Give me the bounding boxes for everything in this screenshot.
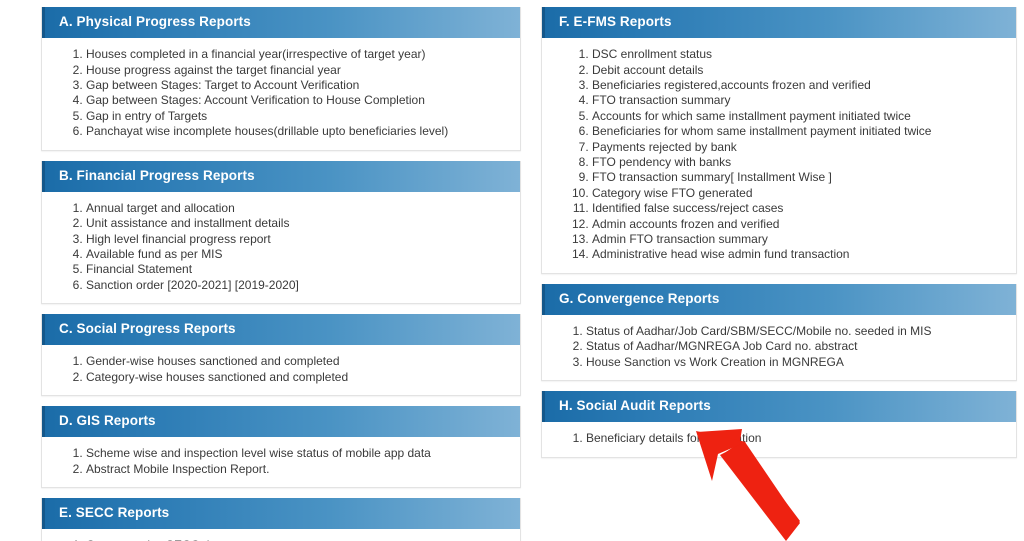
section-title: F. E-FMS Reports — [559, 14, 672, 29]
report-link-item[interactable]: Annual target and allocation — [86, 201, 510, 216]
report-link-item[interactable]: Accounts for which same installment paym… — [592, 109, 1006, 124]
report-link-item[interactable]: Financial Statement — [86, 262, 510, 277]
report-link-item[interactable]: House progress against the target financ… — [86, 63, 510, 78]
report-section-panel: C. Social Progress Reports Gender-wise ho… — [41, 314, 521, 397]
section-body: Gender-wise houses sanctioned and comple… — [42, 345, 520, 396]
section-body: Category-wise SECC data summaryStatus of… — [42, 529, 520, 541]
report-link-item[interactable]: Gender-wise houses sanctioned and comple… — [86, 354, 510, 369]
section-title: D. GIS Reports — [59, 413, 156, 429]
section-header: D. GIS Reports — [42, 406, 520, 438]
report-link-item[interactable]: Houses completed in a financial year(irr… — [86, 47, 510, 62]
report-link-item[interactable]: Sanction order [2020-2021] [2019-2020] — [86, 278, 510, 293]
report-link-list: Gender-wise houses sanctioned and comple… — [52, 354, 510, 385]
report-link-item[interactable]: Administrative head wise admin fund tran… — [592, 247, 1006, 262]
report-link-list: Beneficiary details for verification — [552, 431, 1006, 446]
report-section-panel: B. Financial Progress Reports Annual targ… — [41, 160, 521, 305]
report-link-item[interactable]: High level financial progress report — [86, 232, 510, 247]
report-link-item[interactable]: FTO transaction summary[ Installment Wis… — [592, 170, 1006, 185]
section-header: F. E-FMS Reports — [542, 7, 1016, 39]
section-body: Status of Aadhar/Job Card/SBM/SECC/Mobil… — [542, 315, 1016, 381]
section-header: A. Physical Progress Reports — [42, 7, 520, 39]
section-title: A. Physical Progress Reports — [59, 14, 251, 29]
right-column: F. E-FMS Reports DSC enrollment statusDeb… — [541, 7, 1017, 468]
report-link-item[interactable]: Abstract Mobile Inspection Report. — [86, 462, 510, 477]
report-link-item[interactable]: Payments rejected by bank — [592, 140, 1006, 155]
report-link-item[interactable]: Debit account details — [592, 63, 1006, 78]
reports-page: A. Physical Progress Reports Houses compl… — [0, 0, 1024, 541]
report-link-list: Houses completed in a financial year(irr… — [52, 47, 510, 139]
report-section-panel: A. Physical Progress Reports Houses compl… — [41, 7, 521, 151]
report-link-item[interactable]: Available fund as per MIS — [86, 247, 510, 262]
report-link-item[interactable]: Identified false success/reject cases — [592, 201, 1006, 216]
report-section-panel: D. GIS Reports Scheme wise and inspection… — [41, 406, 521, 489]
section-header: E. SECC Reports — [42, 498, 520, 530]
section-header: C. Social Progress Reports — [42, 314, 520, 346]
section-body: DSC enrollment statusDebit account detai… — [542, 38, 1016, 273]
report-section-panel: F. E-FMS Reports DSC enrollment statusDeb… — [541, 7, 1017, 274]
section-title: E. SECC Reports — [59, 505, 170, 521]
left-column: A. Physical Progress Reports Houses compl… — [41, 7, 521, 541]
report-link-item[interactable]: Beneficiaries registered,accounts frozen… — [592, 78, 1006, 93]
section-body: Scheme wise and inspection level wise st… — [42, 437, 520, 488]
report-link-item[interactable]: Panchayat wise incomplete houses(drillab… — [86, 124, 510, 139]
section-body: Houses completed in a financial year(irr… — [42, 38, 520, 150]
section-header: G. Convergence Reports — [542, 283, 1016, 316]
report-link-list: DSC enrollment statusDebit account detai… — [552, 47, 1006, 263]
report-link-item[interactable]: Scheme wise and inspection level wise st… — [86, 446, 510, 461]
section-title: B. Financial Progress Reports — [59, 167, 255, 183]
report-section-panel: G. Convergence Reports Status of Aadhar/J… — [541, 283, 1017, 382]
report-link-item[interactable]: Unit assistance and installment details — [86, 216, 510, 231]
report-link-list: Scheme wise and inspection level wise st… — [52, 446, 510, 477]
report-link-item[interactable]: Beneficiary details for verification — [586, 431, 1006, 446]
section-title: C. Social Progress Reports — [59, 321, 236, 337]
report-link-item[interactable]: Gap between Stages: Account Verification… — [86, 93, 510, 108]
report-link-item[interactable]: Gap between Stages: Target to Account Ve… — [86, 78, 510, 93]
section-title: H. Social Audit Reports — [559, 398, 711, 414]
report-link-item[interactable]: Status of Aadhar/MGNREGA Job Card no. ab… — [586, 339, 1006, 354]
report-link-list: Status of Aadhar/Job Card/SBM/SECC/Mobil… — [552, 324, 1006, 370]
report-link-item[interactable]: FTO transaction summary — [592, 93, 1006, 108]
report-link-item[interactable]: Admin accounts frozen and verified — [592, 217, 1006, 232]
reports-columns: A. Physical Progress Reports Houses compl… — [0, 0, 1024, 541]
section-body: Annual target and allocationUnit assista… — [42, 191, 520, 304]
report-link-item[interactable]: Beneficiaries for whom same installment … — [592, 124, 1006, 139]
section-header: B. Financial Progress Reports — [42, 160, 520, 192]
report-link-item[interactable]: Category wise FTO generated — [592, 186, 1006, 201]
report-link-item[interactable]: Admin FTO transaction summary — [592, 232, 1006, 247]
section-body: Beneficiary details for verification — [542, 422, 1016, 457]
report-link-item[interactable]: Category-wise houses sanctioned and comp… — [86, 370, 510, 385]
report-link-item[interactable]: FTO pendency with banks — [592, 155, 1006, 170]
section-title: G. Convergence Reports — [559, 290, 720, 306]
report-link-item[interactable]: Status of Aadhar/Job Card/SBM/SECC/Mobil… — [586, 324, 1006, 339]
report-section-panel: H. Social Audit Reports Beneficiary detai… — [541, 391, 1017, 458]
report-link-item[interactable]: House Sanction vs Work Creation in MGNRE… — [586, 355, 1006, 370]
report-link-item[interactable]: DSC enrollment status — [592, 47, 1006, 62]
section-header: H. Social Audit Reports — [542, 391, 1016, 423]
report-link-list: Annual target and allocationUnit assista… — [52, 201, 510, 293]
report-link-item[interactable]: Gap in entry of Targets — [86, 109, 510, 124]
report-section-panel: E. SECC Reports Category-wise SECC data s… — [41, 498, 521, 541]
